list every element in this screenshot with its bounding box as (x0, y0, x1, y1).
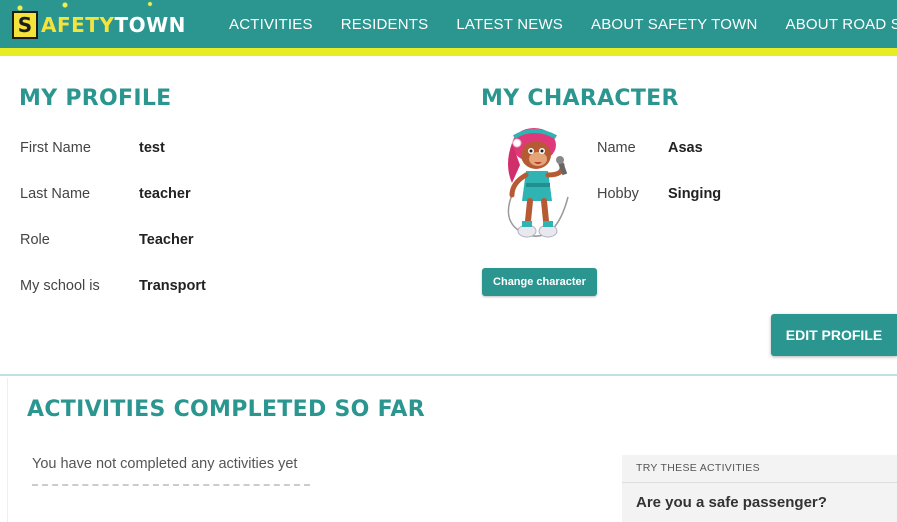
site-header: S AFETYTOWN ACTIVITIES RESIDENTS LATEST … (0, 0, 897, 56)
first-name-value: test (139, 140, 165, 156)
activity-link-safe-passenger[interactable]: Are you a safe passenger? (636, 494, 827, 511)
section-divider (0, 374, 897, 376)
nav-about-road-safety[interactable]: ABOUT ROAD SAFET (786, 16, 897, 33)
role-value: Teacher (139, 232, 194, 248)
logo-s-icon: S (12, 11, 38, 39)
main-nav: ACTIVITIES RESIDENTS LATEST NEWS ABOUT S… (229, 0, 897, 48)
try-activities-divider (622, 482, 897, 483)
school-label: My school is (20, 278, 100, 294)
last-name-label: Last Name (20, 186, 91, 202)
change-character-button[interactable]: Change character (482, 268, 597, 296)
character-name-label: Name (597, 140, 636, 156)
edit-profile-button[interactable]: EDIT PROFILE (771, 314, 897, 356)
role-label: Role (20, 232, 50, 248)
nav-residents[interactable]: RESIDENTS (341, 16, 429, 33)
character-hobby-value: Singing (668, 186, 722, 202)
logo-text: AFETYTOWN (41, 13, 186, 37)
nav-activities[interactable]: ACTIVITIES (229, 16, 313, 33)
last-name-value: teacher (139, 186, 191, 202)
try-activities-title: TRY THESE ACTIVITIES (636, 462, 760, 474)
character-avatar-image (507, 128, 569, 238)
activities-title: ACTIVITIES COMPLETED SO FAR (27, 397, 425, 422)
header-stripe (0, 48, 897, 56)
profile-title: MY PROFILE (19, 86, 172, 111)
logo-text-town: TOWN (114, 13, 186, 37)
character-name-value: Asas (668, 140, 703, 156)
logo-text-safety: AFETY (41, 13, 115, 37)
dashed-separator (32, 484, 310, 486)
character-hobby-label: Hobby (597, 186, 639, 202)
safetytown-logo[interactable]: S AFETYTOWN (12, 11, 186, 39)
no-activities-message: You have not completed any activities ye… (32, 456, 298, 472)
school-value: Transport (139, 278, 206, 294)
first-name-label: First Name (20, 140, 91, 156)
nav-about-safety-town[interactable]: ABOUT SAFETY TOWN (591, 16, 758, 33)
character-title: MY CHARACTER (481, 86, 679, 111)
nav-latest-news[interactable]: LATEST NEWS (456, 16, 563, 33)
